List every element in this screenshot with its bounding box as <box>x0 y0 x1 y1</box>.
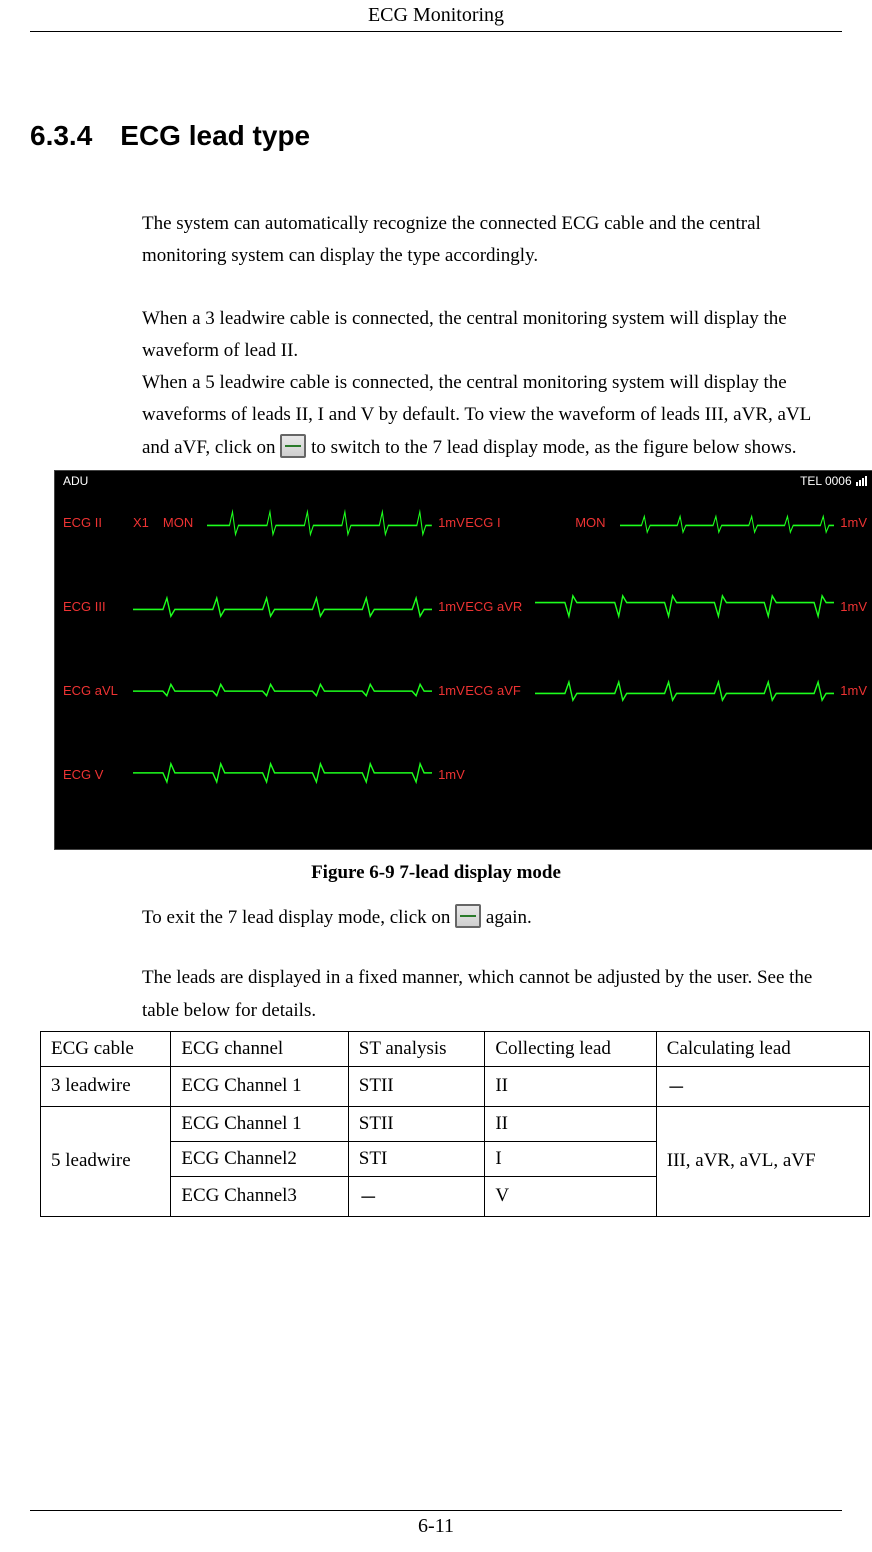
figure-caption: Figure 6-9 7-lead display mode <box>30 862 842 884</box>
paragraph-3lead: When a 3 leadwire cable is connected, th… <box>142 303 842 368</box>
lead-mode-toggle-icon[interactable] <box>280 434 306 458</box>
th-collecting-lead: Collecting lead <box>485 1031 656 1066</box>
table-row: 5 leadwire ECG Channel 1 STII II III, aV… <box>41 1106 870 1141</box>
ecg-lead-avl: ECG aVL 1mV <box>63 673 465 707</box>
ecg-lead-avf: ECG aVF 1mV <box>465 673 867 707</box>
signal-strength-icon <box>855 475 867 489</box>
table-header-row: ECG cable ECG channel ST analysis Collec… <box>41 1031 870 1066</box>
ecg-lead-v: ECG V 1mV <box>63 757 465 791</box>
table-row: 3 leadwire ECG Channel 1 STII II － <box>41 1066 870 1106</box>
th-ecg-cable: ECG cable <box>41 1031 171 1066</box>
section-title: ECG lead type <box>120 120 310 152</box>
paragraph-intro: The system can automatically recognize t… <box>142 208 842 273</box>
lead-config-table: ECG cable ECG channel ST analysis Collec… <box>40 1031 870 1217</box>
monitor-tel-label: TEL 0006 <box>800 474 867 489</box>
page-header: ECG Monitoring <box>30 0 842 32</box>
th-calculating-lead: Calculating lead <box>656 1031 869 1066</box>
ecg-lead-ii: ECG II X1 MON 1mV <box>63 505 465 539</box>
paragraph-exit: To exit the 7 lead display mode, click o… <box>142 902 842 934</box>
ecg-lead-i: ECG I MON 1mV <box>465 505 867 539</box>
page-footer: 6-11 <box>30 1510 842 1538</box>
lead-mode-toggle-icon[interactable] <box>455 904 481 928</box>
ecg-monitor-screenshot: ADU TEL 0006 ECG II X1 MON 1mV ECG I MON… <box>54 470 872 850</box>
th-st-analysis: ST analysis <box>348 1031 485 1066</box>
monitor-patient-label: ADU <box>63 474 88 489</box>
th-ecg-channel: ECG channel <box>171 1031 348 1066</box>
ecg-lead-iii: ECG III 1mV <box>63 589 465 623</box>
paragraph-table-intro: The leads are displayed in a fixed manne… <box>142 962 842 1027</box>
paragraph-5lead-after: to switch to the 7 lead display mode, as… <box>311 437 796 458</box>
section-number: 6.3.4 <box>30 120 92 152</box>
ecg-lead-avr: ECG aVR 1mV <box>465 589 867 623</box>
paragraph-5lead: When a 5 leadwire cable is connected, th… <box>142 367 842 464</box>
